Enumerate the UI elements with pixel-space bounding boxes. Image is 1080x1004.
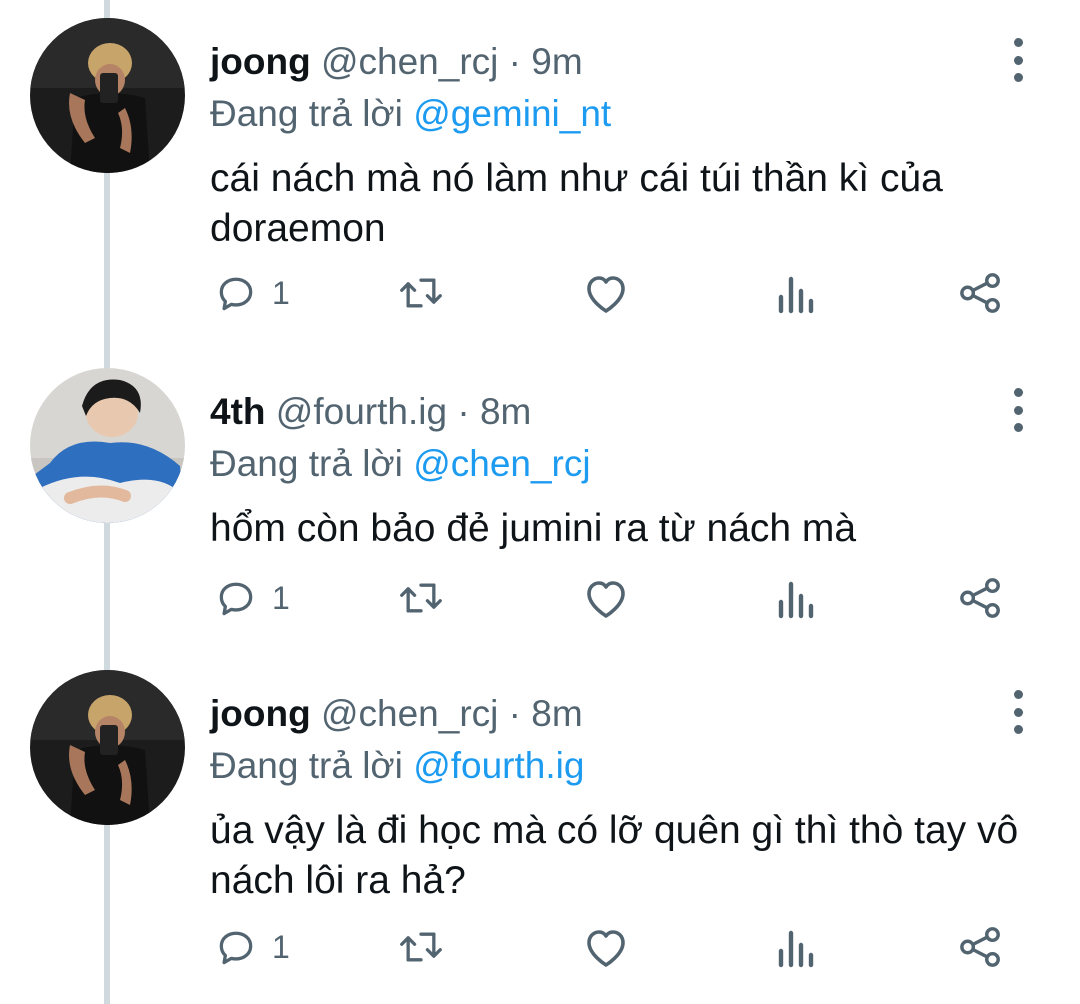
timestamp[interactable]: 8m xyxy=(480,391,531,432)
user-handle[interactable]: @fourth.ig xyxy=(276,391,447,432)
replying-to-mention[interactable]: @fourth.ig xyxy=(413,745,584,786)
reply-button[interactable]: 1 xyxy=(214,268,290,318)
more-options-button[interactable] xyxy=(1000,38,1036,82)
retweet-button[interactable] xyxy=(396,573,446,623)
replying-to-label: Đang trả lời xyxy=(210,745,403,786)
share-icon xyxy=(960,927,1000,967)
more-vertical-icon xyxy=(1013,38,1023,47)
separator-dot: · xyxy=(457,391,470,432)
avatar[interactable] xyxy=(30,670,185,825)
reply-count: 1 xyxy=(272,274,290,311)
views-button[interactable] xyxy=(775,573,815,623)
share-icon xyxy=(960,578,1000,618)
reply-button[interactable]: 1 xyxy=(214,922,290,972)
replying-to-mention[interactable]: @gemini_nt xyxy=(413,93,611,134)
reply-count: 1 xyxy=(272,928,290,965)
tweet-text: ủa vậy là đi học mà có lỡ quên gì thì th… xyxy=(210,809,1019,902)
like-button[interactable] xyxy=(582,922,630,972)
views-button[interactable] xyxy=(775,922,815,972)
replying-to: Đang trả lời @chen_rcj xyxy=(210,442,591,486)
share-button[interactable] xyxy=(958,573,1004,623)
tweet-actions: 1 xyxy=(210,268,1020,318)
views-icon xyxy=(778,930,814,968)
avatar[interactable] xyxy=(30,368,185,523)
replying-to-mention[interactable]: @chen_rcj xyxy=(413,443,590,484)
separator-dot: · xyxy=(508,693,521,734)
more-options-button[interactable] xyxy=(1000,690,1036,734)
tweet-actions: 1 xyxy=(210,922,1020,972)
tweet-header: joong @chen_rcj · 8m xyxy=(210,692,583,736)
user-handle[interactable]: @chen_rcj xyxy=(321,693,498,734)
like-button[interactable] xyxy=(582,573,630,623)
views-icon xyxy=(778,581,814,619)
heart-icon xyxy=(587,581,625,618)
user-handle[interactable]: @chen_rcj xyxy=(321,41,498,82)
reply-icon xyxy=(219,277,253,311)
tweet-text: hổm còn bảo đẻ jumini ra từ nách mà xyxy=(210,507,857,550)
retweet-icon xyxy=(400,278,442,308)
heart-icon xyxy=(587,276,625,313)
retweet-button[interactable] xyxy=(396,922,446,972)
retweet-icon xyxy=(400,583,442,613)
tweet-actions: 1 xyxy=(210,573,1020,623)
share-button[interactable] xyxy=(958,268,1004,318)
reply-button[interactable]: 1 xyxy=(214,573,290,623)
reply-icon xyxy=(219,931,253,965)
heart-icon xyxy=(587,930,625,967)
reply-count: 1 xyxy=(272,579,290,616)
avatar[interactable] xyxy=(30,18,185,173)
separator-dot: · xyxy=(508,41,521,82)
tweet-header: 4th @fourth.ig · 8m xyxy=(210,390,531,434)
more-vertical-icon xyxy=(1013,388,1023,397)
replying-to: Đang trả lời @fourth.ig xyxy=(210,744,584,788)
like-button[interactable] xyxy=(582,268,630,318)
share-button[interactable] xyxy=(958,922,1004,972)
replying-to-label: Đang trả lời xyxy=(210,443,403,484)
reply-icon xyxy=(219,582,253,616)
views-icon xyxy=(778,276,814,314)
display-name[interactable]: 4th xyxy=(210,391,266,432)
retweet-icon xyxy=(400,932,442,962)
tweet-header: joong @chen_rcj · 9m xyxy=(210,40,583,84)
timestamp[interactable]: 8m xyxy=(531,693,582,734)
share-icon xyxy=(960,273,1000,313)
tweet-text: cái nách mà nó làm như cái túi thần kì c… xyxy=(210,157,943,250)
views-button[interactable] xyxy=(775,268,815,318)
more-vertical-icon xyxy=(1013,690,1023,699)
timestamp[interactable]: 9m xyxy=(531,41,582,82)
display-name[interactable]: joong xyxy=(210,693,311,734)
replying-to: Đang trả lời @gemini_nt xyxy=(210,92,611,136)
more-options-button[interactable] xyxy=(1000,388,1036,432)
retweet-button[interactable] xyxy=(396,268,446,318)
display-name[interactable]: joong xyxy=(210,41,311,82)
replying-to-label: Đang trả lời xyxy=(210,93,403,134)
